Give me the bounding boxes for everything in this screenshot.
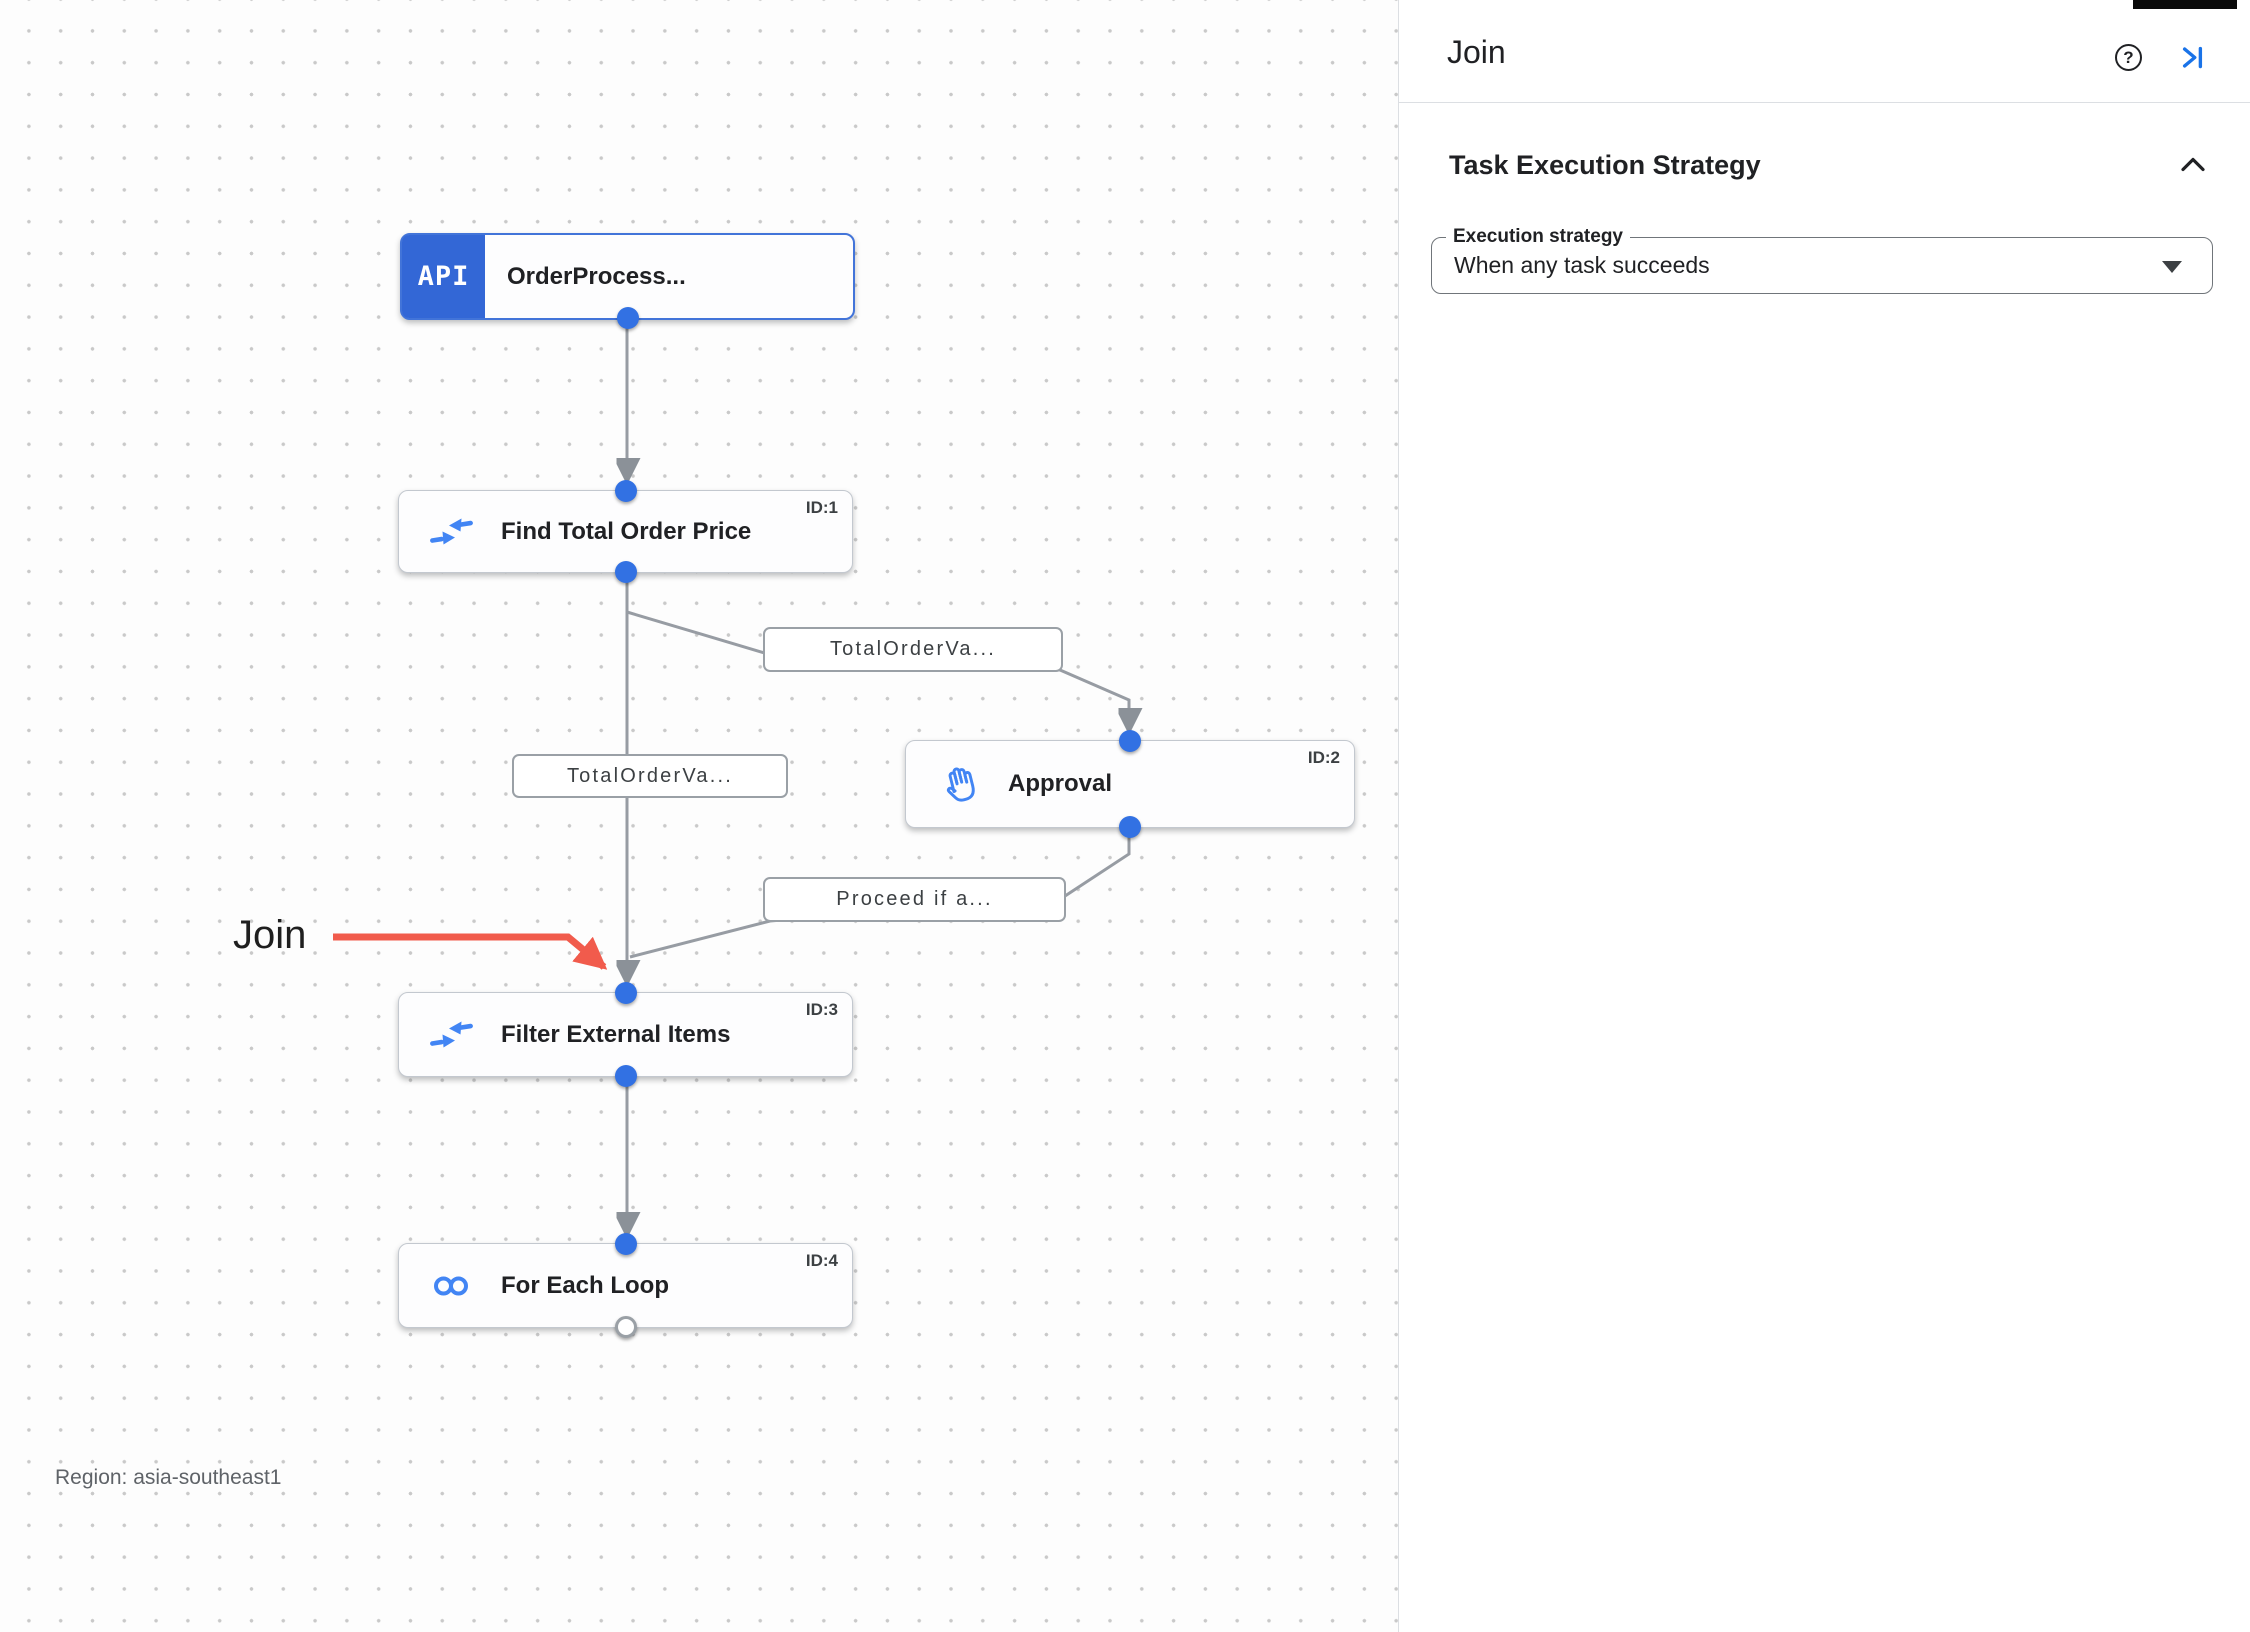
- node-title: OrderProcess...: [507, 262, 686, 290]
- edge-label-text: TotalOrderVa...: [829, 638, 997, 660]
- output-port[interactable]: [614, 1316, 637, 1338]
- node-id-badge: ID:3: [805, 1000, 838, 1019]
- join-annotation-label: Join: [233, 913, 307, 957]
- edge-label-text: Proceed if a...: [836, 888, 993, 910]
- edge-label-proceed-if[interactable]: Proceed if a...: [763, 877, 1066, 922]
- join-annotation-arrow: [333, 933, 608, 970]
- execution-strategy-select[interactable]: Execution strategy When any task succeed…: [1431, 225, 2213, 294]
- input-port[interactable]: [614, 480, 637, 502]
- node-id-badge: ID:2: [1307, 748, 1340, 767]
- help-glyph: ?: [2123, 47, 2134, 67]
- edge-label-text: TotalOrderVa...: [566, 764, 734, 787]
- node-title: For Each Loop: [501, 1271, 669, 1299]
- region-label: Region: asia-southeast1: [55, 1466, 282, 1489]
- node-approval[interactable]: Approval ID:2: [905, 730, 1355, 838]
- edge-label-totalorderva-left[interactable]: TotalOrderVa...: [512, 754, 788, 798]
- edge-label-totalorderva-right[interactable]: TotalOrderVa...: [763, 627, 1063, 672]
- node-title: Filter External Items: [501, 1020, 731, 1048]
- node-filter-external-items[interactable]: Filter External Items ID:3: [398, 982, 853, 1087]
- node-orderprocess-trigger[interactable]: API OrderProcess...: [400, 233, 855, 329]
- output-port[interactable]: [1119, 816, 1141, 838]
- output-port[interactable]: [616, 307, 639, 329]
- collapse-panel-icon[interactable]: [2179, 44, 2206, 76]
- hand-approval-icon: [934, 762, 984, 806]
- help-icon[interactable]: ?: [2115, 44, 2142, 71]
- node-title: Approval: [1008, 770, 1113, 797]
- node-id-badge: ID:4: [805, 1251, 838, 1270]
- data-mapping-icon: [427, 515, 477, 549]
- input-port[interactable]: [1119, 730, 1141, 752]
- input-port[interactable]: [614, 1233, 637, 1255]
- node-id-badge: ID:1: [805, 498, 838, 517]
- data-mapping-icon: [427, 1018, 477, 1052]
- output-port[interactable]: [614, 1065, 637, 1087]
- workflow-canvas[interactable]: TotalOrderVa... TotalOrderVa... Proceed …: [0, 0, 1398, 1632]
- section-title-task-execution-strategy: Task Execution Strategy: [1449, 150, 1761, 180]
- chevron-up-icon[interactable]: [2177, 152, 2209, 183]
- task-config-panel: Join ? Task Execution Strategy Execution…: [1398, 0, 2250, 1632]
- output-port[interactable]: [614, 561, 637, 583]
- loop-icon: [427, 1271, 477, 1301]
- input-port[interactable]: [614, 982, 637, 1004]
- api-trigger-badge: API: [402, 235, 485, 318]
- panel-title: Join: [1447, 34, 1506, 70]
- node-title: Find Total Order Price: [501, 517, 752, 545]
- execution-strategy-value: When any task succeeds: [1454, 252, 1710, 278]
- node-find-total-order-price[interactable]: Find Total Order Price ID:1: [398, 480, 853, 583]
- dropdown-caret-icon: [2162, 261, 2182, 273]
- node-for-each-loop[interactable]: For Each Loop ID:4: [398, 1233, 853, 1338]
- panel-divider: [1399, 102, 2250, 103]
- scrollbar-artifact: [2133, 0, 2237, 9]
